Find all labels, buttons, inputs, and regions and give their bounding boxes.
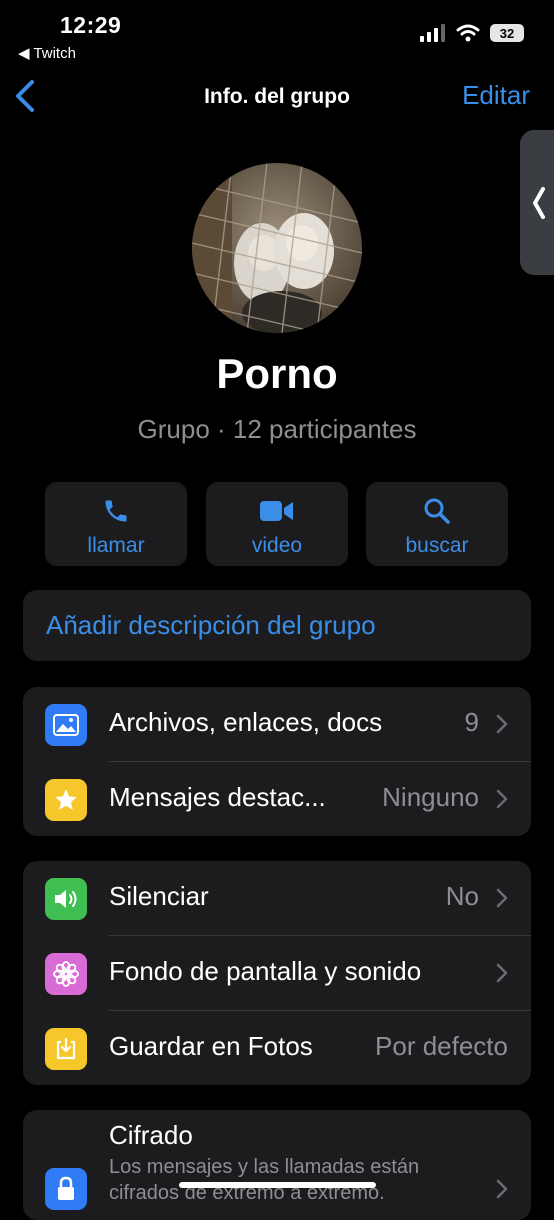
encryption-detail: Los mensajes y las llamadas están cifrad… [109, 1154, 419, 1206]
home-indicator[interactable] [179, 1182, 376, 1188]
signal-icon [420, 24, 445, 42]
chevron-left-icon [533, 186, 545, 219]
add-description-link[interactable]: Añadir descripción del grupo [46, 610, 376, 641]
row-label: Mensajes destac... [109, 782, 326, 812]
add-description-card[interactable]: Añadir descripción del grupo [23, 590, 531, 661]
chevron-right-icon [496, 714, 508, 734]
group-avatar[interactable] [192, 163, 362, 333]
starred-messages-row[interactable]: Mensajes destac... Ninguno [23, 762, 531, 836]
status-time: 12:29 [60, 12, 122, 38]
wifi-icon [456, 24, 480, 42]
chevron-right-icon [496, 963, 508, 983]
row-value: 9 [464, 707, 479, 737]
video-label: video [251, 534, 303, 557]
star-icon [45, 779, 87, 821]
row-label: Silenciar [109, 881, 209, 911]
chevron-right-icon [496, 888, 508, 908]
save-icon [45, 1028, 87, 1070]
photo-icon [45, 704, 87, 746]
mute-row[interactable]: Silenciar No [23, 861, 531, 936]
back-to-app-link[interactable]: ◀ Twitch [18, 44, 76, 62]
group-name: Porno [216, 350, 338, 397]
speaker-icon [45, 878, 87, 920]
side-panel-handle[interactable] [520, 130, 554, 275]
video-icon [260, 501, 293, 521]
settings-section: Silenciar No Fondo de pantalla y sonido … [23, 861, 531, 1085]
group-photo [192, 163, 362, 333]
flower-icon [45, 953, 87, 995]
row-label: Archivos, enlaces, docs [109, 707, 383, 737]
search-label: buscar [405, 534, 469, 557]
battery-indicator: 32 [490, 24, 524, 42]
row-label: Fondo de pantalla y sonido [109, 956, 422, 986]
call-label: llamar [87, 534, 145, 557]
edit-button[interactable]: Editar [462, 80, 530, 111]
group-subtitle: Grupo · 12 participantes [137, 414, 417, 444]
media-section: Archivos, enlaces, docs 9 Mensajes desta… [23, 687, 531, 836]
encryption-row[interactable]: Cifrado Los mensajes y las llamadas está… [23, 1110, 531, 1220]
media-links-docs-row[interactable]: Archivos, enlaces, docs 9 [23, 687, 531, 762]
save-to-photos-row[interactable]: Guardar en Fotos Por defecto [23, 1011, 531, 1085]
wallpaper-sound-row[interactable]: Fondo de pantalla y sonido [23, 936, 531, 1011]
row-value: Por defecto [375, 1031, 508, 1061]
row-label: Guardar en Fotos [109, 1031, 313, 1061]
phone-icon [105, 500, 127, 522]
search-icon [424, 498, 450, 524]
call-button[interactable]: llamar [45, 482, 187, 566]
status-icons: 32 [420, 24, 524, 42]
chevron-right-icon [496, 1179, 508, 1199]
encryption-detail-line-1: Los mensajes y las llamadas están [109, 1156, 420, 1178]
row-value: No [445, 881, 479, 911]
row-value: Ninguno [382, 782, 479, 812]
lock-icon [45, 1168, 87, 1210]
video-button[interactable]: video [206, 482, 348, 566]
chevron-right-icon [496, 789, 508, 809]
encryption-section: Cifrado Los mensajes y las llamadas está… [23, 1110, 531, 1220]
encryption-title: Cifrado [109, 1120, 193, 1150]
search-button[interactable]: buscar [366, 482, 508, 566]
